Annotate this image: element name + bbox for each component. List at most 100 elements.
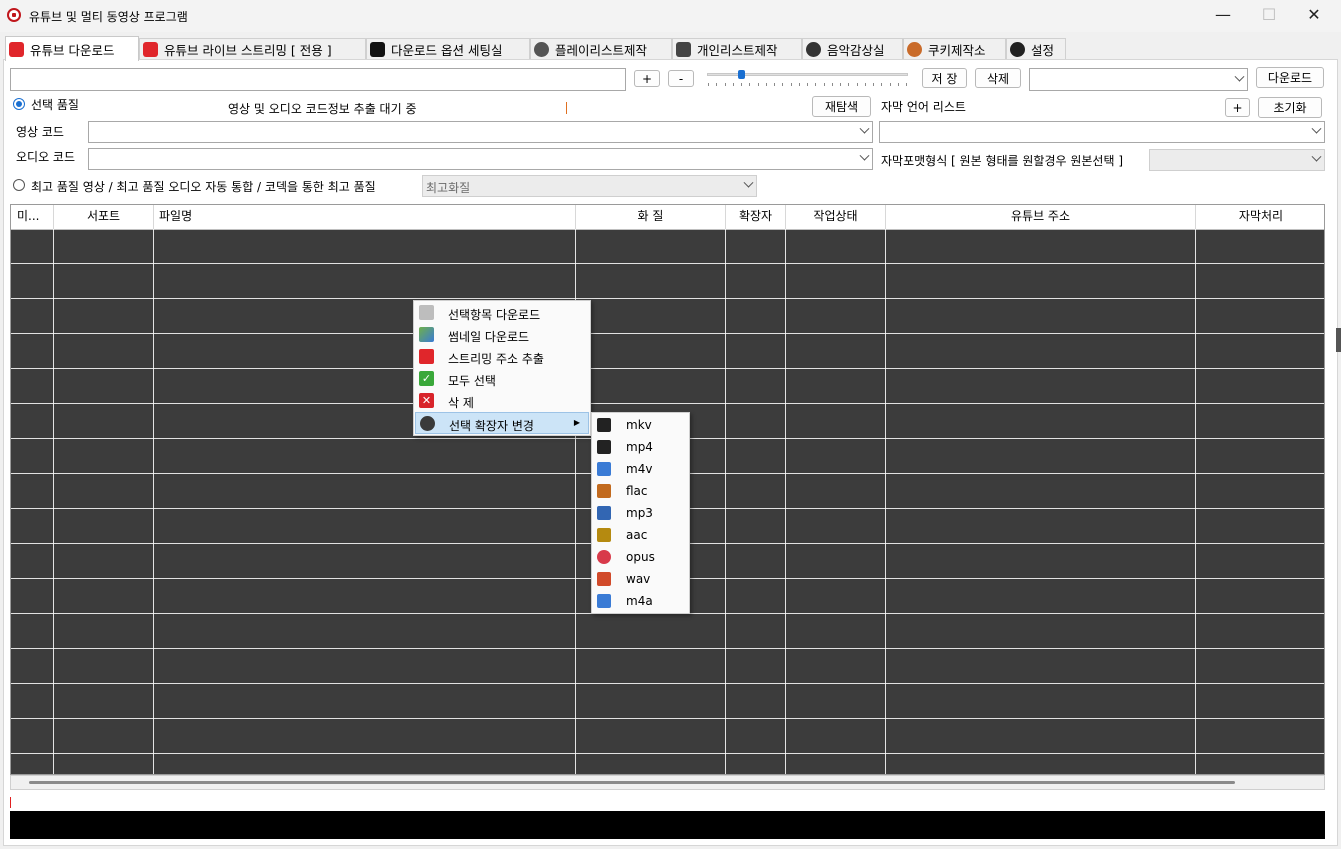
audio-code-select[interactable]	[88, 148, 873, 170]
slider-tick	[782, 83, 784, 86]
delete-button[interactable]: 삭제	[975, 68, 1021, 88]
menu-item-change-extension[interactable]: 선택 확장자 변경 ▶	[415, 412, 589, 434]
best-quality-select[interactable]: 최고화질	[422, 175, 757, 197]
table-row[interactable]	[11, 298, 1324, 299]
slider-tick	[807, 83, 808, 86]
submenu-item-aac[interactable]: aac	[593, 524, 688, 546]
reset-button[interactable]: 초기화	[1258, 97, 1322, 118]
table-row[interactable]	[11, 368, 1324, 369]
maximize-button[interactable]: ☐	[1246, 0, 1292, 32]
menu-item-label: 모두 선택	[448, 374, 496, 388]
tab-settings[interactable]: 설정	[1006, 38, 1066, 59]
menu-item-stream-url[interactable]: 스트리밍 주소 추출	[415, 346, 589, 368]
chevron-down-icon	[743, 177, 754, 188]
column-divider	[885, 229, 886, 774]
horizontal-scrollbar[interactable]	[10, 775, 1325, 790]
submenu-item-m4v[interactable]: m4v	[593, 458, 688, 480]
slider-tick	[906, 83, 907, 86]
slider-tick	[790, 83, 792, 86]
column-header[interactable]: 파일명	[154, 205, 576, 229]
table-row[interactable]	[11, 263, 1324, 264]
column-header[interactable]: 자막처리	[1196, 205, 1324, 229]
app-logo-icon	[7, 8, 21, 22]
slider-thumb[interactable]	[738, 70, 746, 79]
slider-tick	[897, 83, 899, 86]
table-row[interactable]	[11, 718, 1324, 719]
add-url-button[interactable]: +	[634, 70, 660, 87]
column-header[interactable]: 확장자	[726, 205, 786, 229]
table-row[interactable]	[11, 753, 1324, 754]
table-row[interactable]	[11, 683, 1324, 684]
submenu-item-opus[interactable]: opus	[593, 546, 688, 568]
text-cursor	[10, 797, 11, 808]
submenu-item-flac[interactable]: flac	[593, 480, 688, 502]
column-header[interactable]: 유튜브 주소	[886, 205, 1196, 229]
tab-download-options[interactable]: 다운로드 옵션 세팅실	[366, 38, 530, 59]
submenu-item-label: aac	[626, 528, 648, 542]
rescan-button[interactable]: 재탐색	[812, 96, 871, 117]
column-header[interactable]: 작업상태	[786, 205, 886, 229]
wav-icon	[597, 572, 611, 586]
submenu-item-mp4[interactable]: mp4	[593, 436, 688, 458]
chevron-down-icon	[1234, 71, 1245, 82]
column-divider	[785, 229, 786, 774]
tab-strip: 유튜브 다운로드 유튜브 라이브 스트리밍 [ 전용 ] 다운로드 옵션 세팅실…	[3, 36, 1338, 61]
best-quality-radio[interactable]	[13, 179, 25, 191]
tab-music-room[interactable]: 음악감상실	[802, 38, 903, 59]
table-row[interactable]	[11, 648, 1324, 649]
image-icon	[419, 327, 434, 342]
mp3-icon	[597, 506, 611, 520]
submenu-item-m4a[interactable]: m4a	[593, 590, 688, 612]
submenu-item-mp3[interactable]: mp3	[593, 502, 688, 524]
remove-url-button[interactable]: -	[668, 70, 694, 87]
music-icon	[806, 41, 821, 57]
window-title: 유튜브 및 멀티 동영상 프로그램	[29, 10, 188, 24]
subtitle-lang-select[interactable]	[879, 121, 1325, 143]
menu-item-select-all[interactable]: ✓ 모두 선택	[415, 368, 589, 390]
film-icon	[420, 416, 435, 431]
menu-item-delete[interactable]: ✕ 삭 제	[415, 390, 589, 412]
minimize-button[interactable]: —	[1200, 0, 1246, 32]
best-quality-label: 최고 품질 영상 / 최고 품질 오디오 자동 통합 / 코덱을 통한 최고 품…	[31, 180, 376, 194]
tab-label: 설정	[1031, 42, 1055, 58]
streaming-icon	[419, 349, 434, 364]
save-button[interactable]: 저 장	[922, 68, 967, 88]
tab-youtube-download[interactable]: 유튜브 다운로드	[5, 36, 139, 61]
scrollbar-thumb[interactable]	[29, 781, 1235, 784]
quality-slider[interactable]	[707, 73, 908, 76]
tab-personal-list[interactable]: 개인리스트제작	[672, 38, 802, 59]
tab-cookie-factory[interactable]: 쿠키제작소	[903, 38, 1006, 59]
tab-live-streaming[interactable]: 유튜브 라이브 스트리밍 [ 전용 ]	[139, 38, 366, 59]
column-header[interactable]: 화 질	[576, 205, 726, 229]
video-code-select[interactable]	[88, 121, 873, 143]
submenu-item-mkv[interactable]: mkv	[593, 414, 688, 436]
submenu-arrow-icon: ▶	[573, 418, 580, 427]
menu-item-label: 썸네일 다운로드	[448, 330, 530, 344]
menu-item-thumbnail-download[interactable]: 썸네일 다운로드	[415, 324, 589, 346]
url-input[interactable]	[10, 68, 626, 91]
submenu-item-label: mp4	[626, 440, 653, 454]
context-menu: 선택항목 다운로드 썸네일 다운로드 스트리밍 주소 추출 ✓ 모두 선택 ✕ …	[413, 300, 591, 436]
tab-label: 쿠키제작소	[928, 42, 986, 58]
preset-select[interactable]	[1029, 68, 1248, 91]
table-row[interactable]	[11, 403, 1324, 404]
slider-tick	[831, 83, 833, 86]
select-quality-radio[interactable]	[13, 98, 25, 110]
slider-tick	[881, 83, 883, 86]
tab-label: 개인리스트제작	[697, 42, 778, 58]
menu-item-download-selected[interactable]: 선택항목 다운로드	[415, 302, 589, 324]
column-header[interactable]: 미...	[11, 205, 54, 229]
column-header[interactable]: 서포트	[54, 205, 154, 229]
close-button[interactable]: ✕	[1291, 0, 1337, 32]
download-button[interactable]: 다운로드	[1256, 67, 1324, 88]
status-bar	[10, 811, 1325, 839]
title-bar: 유튜브 및 멀티 동영상 프로그램 — ☐ ✕	[0, 0, 1341, 32]
menu-item-label: 삭 제	[448, 396, 474, 410]
column-divider	[153, 229, 154, 774]
tab-playlist-make[interactable]: 플레이리스트제작	[530, 38, 672, 59]
subtitle-format-select[interactable]	[1149, 149, 1325, 171]
slider-tick	[732, 83, 734, 86]
table-row[interactable]	[11, 333, 1324, 334]
submenu-item-wav[interactable]: wav	[593, 568, 688, 590]
add-subtitle-button[interactable]: +	[1225, 98, 1250, 117]
